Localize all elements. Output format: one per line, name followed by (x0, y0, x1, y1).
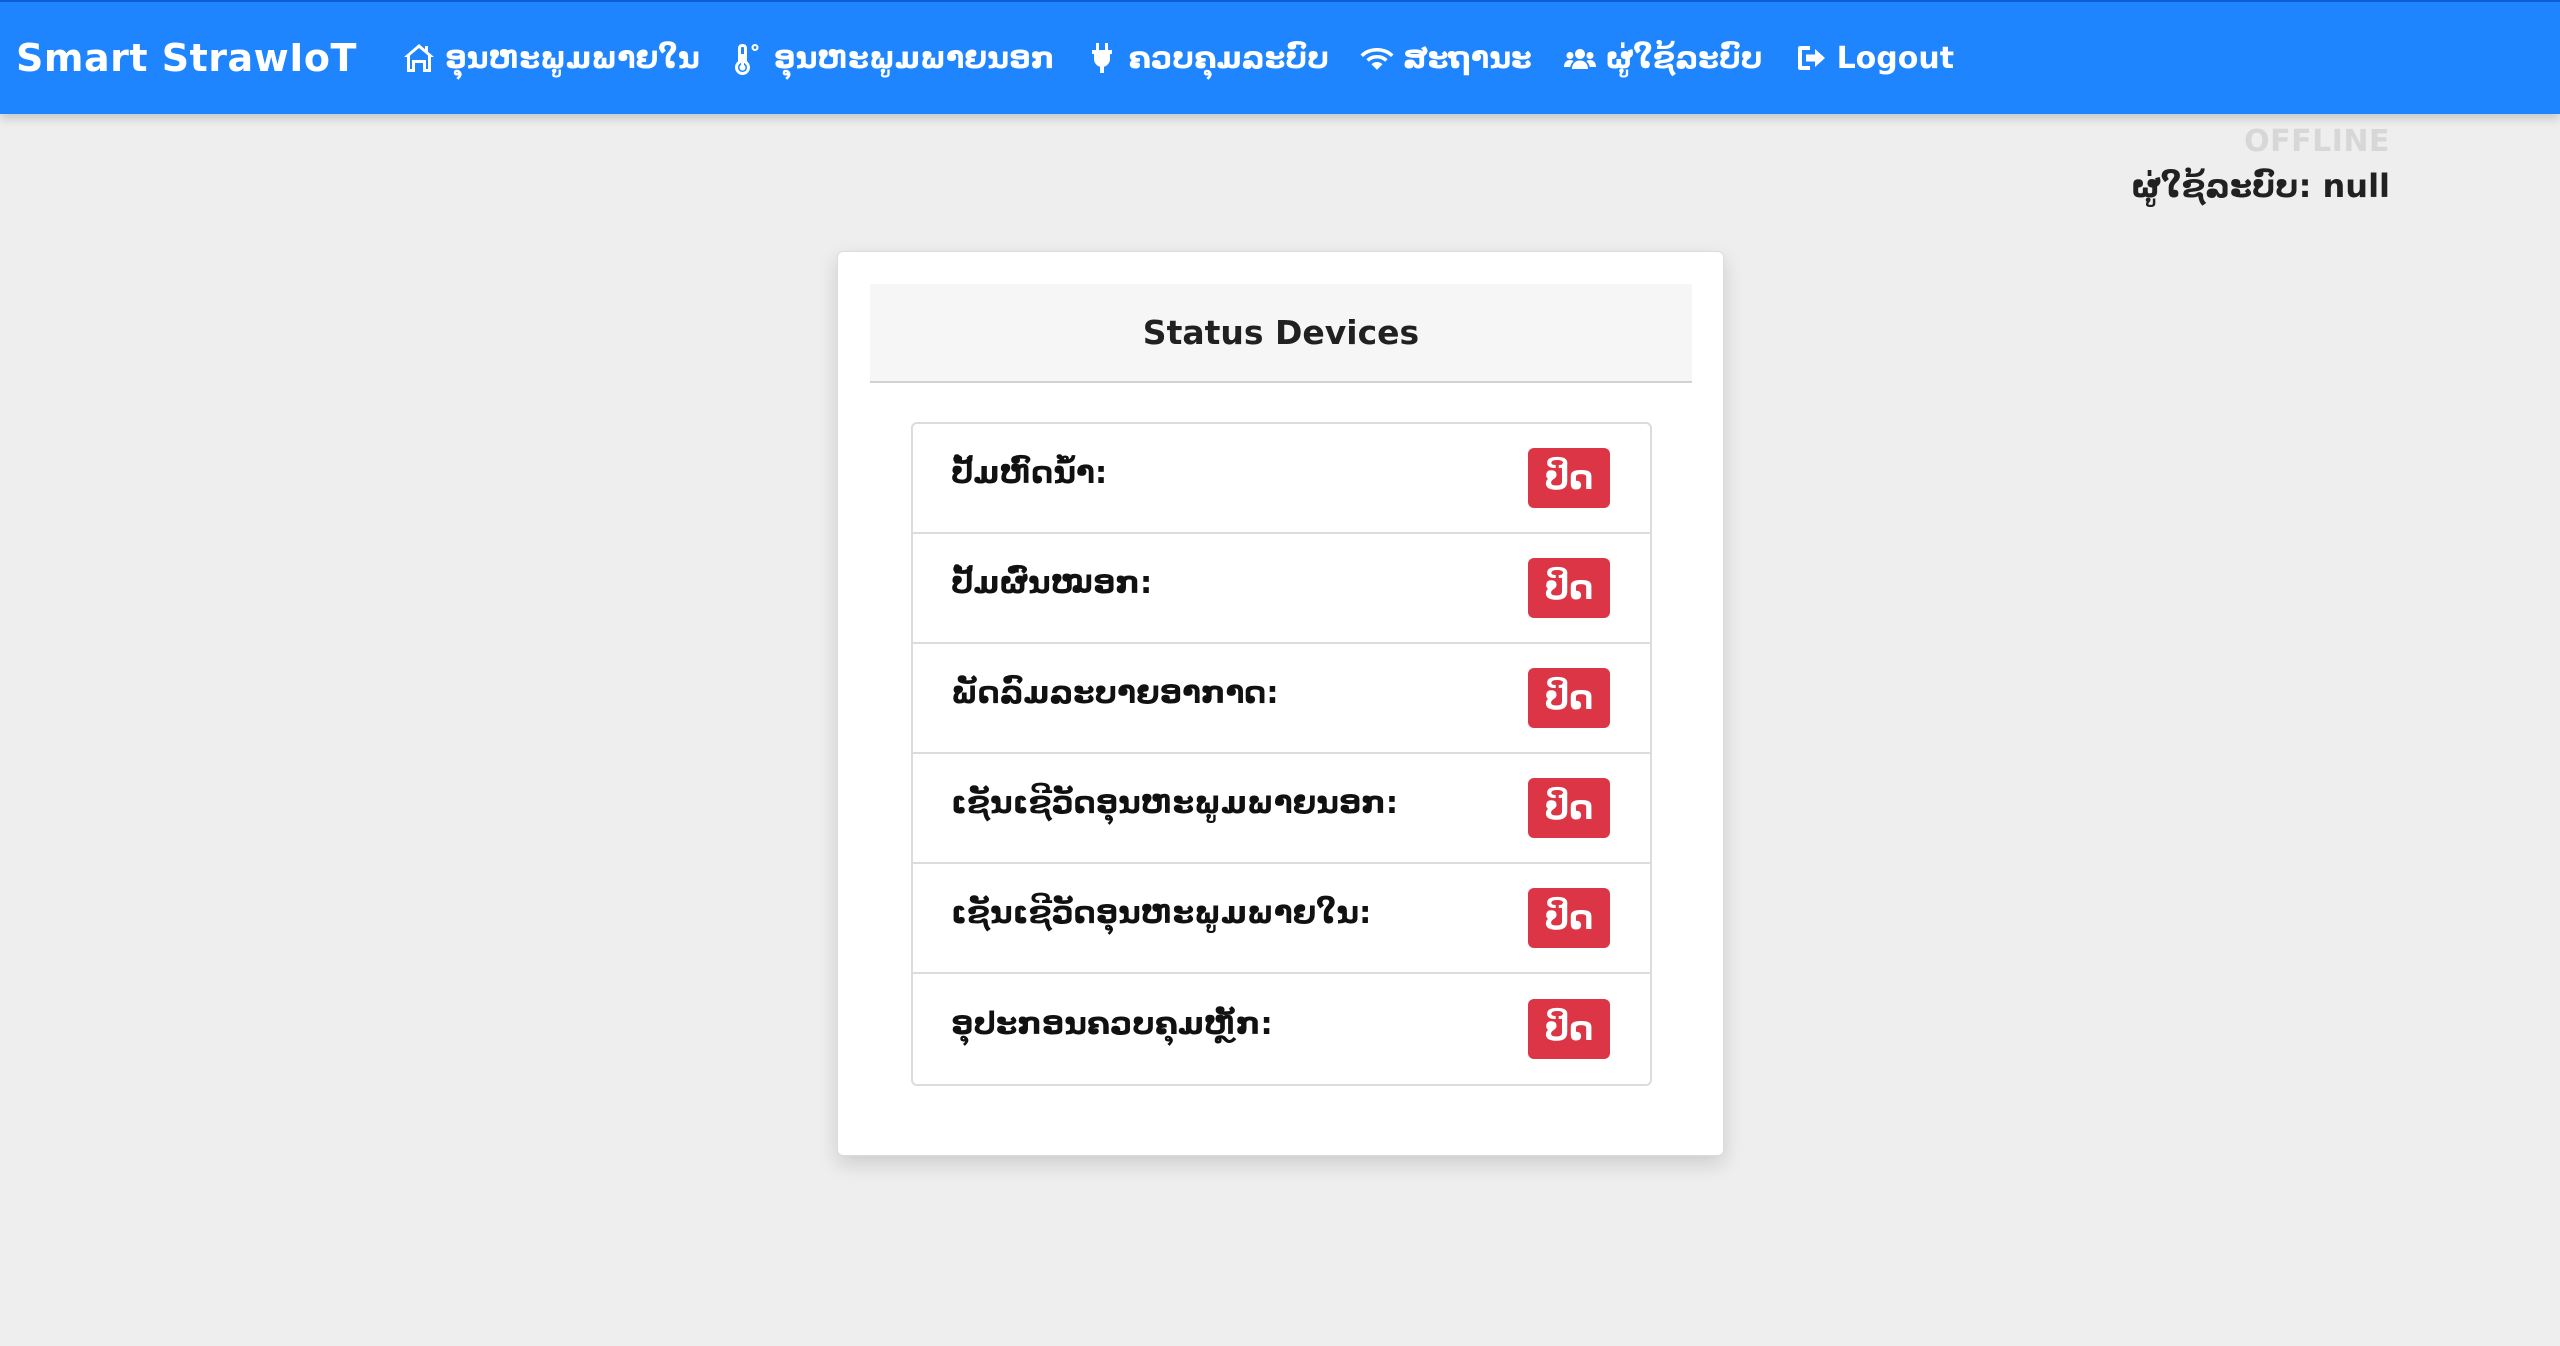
device-status-badge[interactable]: ປິດ (1528, 888, 1610, 948)
device-status-badge[interactable]: ປິດ (1528, 999, 1610, 1059)
current-user-label: ຜູ່ໃຊ້ລະບົບ: null (2131, 167, 2390, 205)
device-label: ອຸປະກອນຄວບຄຸມຫຼັກ: (951, 1006, 1273, 1042)
users-icon (1563, 49, 1596, 69)
brand-link[interactable]: Smart StrawIoT (16, 36, 357, 80)
card-title: Status Devices (870, 284, 1692, 383)
connection-status-area: OFFLINE ຜູ່ໃຊ້ລະບົບ: null (2131, 124, 2390, 205)
device-row-ventilation-fan: ພັດລົມລະບາຍອາກາດ: ປິດ (913, 644, 1650, 754)
device-label: ປັ້ມຫົດນ້ຳ: (951, 455, 1108, 491)
device-label: ປັ້ມຜົ່ນໝອກ: (951, 565, 1153, 601)
home-icon (403, 44, 434, 72)
device-row-water-pump: ປັ້ມຫົດນ້ຳ: ປິດ (913, 424, 1650, 534)
thermometer-icon (734, 44, 759, 75)
nav-menu: ອຸນຫະພູມພາຍໃນ ອຸນຫະພູມພາຍນອກ ຄວບຄຸມລະບົບ… (401, 40, 1984, 76)
nav-item-label: ຄວບຄຸມລະບົບ (1128, 40, 1330, 76)
nav-item-users[interactable]: ຜູ່ໃຊ້ລະບົບ (1562, 40, 1763, 76)
nav-item-label: ສະຖານະ (1403, 40, 1532, 76)
device-row-indoor-sensor: ເຊັນເຊີວັດອຸນຫະພູມພາຍໃນ: ປິດ (913, 864, 1650, 974)
device-row-main-controller: ອຸປະກອນຄວບຄຸມຫຼັກ: ປິດ (913, 974, 1650, 1084)
plug-icon (1092, 43, 1113, 73)
device-label: ເຊັນເຊີວັດອຸນຫະພູມພາຍໃນ: (951, 895, 1372, 931)
device-label: ພັດລົມລະບາຍອາກາດ: (951, 675, 1279, 711)
nav-item-label: ອຸນຫະພູມພາຍນອກ (773, 40, 1055, 76)
device-label: ເຊັນເຊີວັດອຸນຫະພູມພາຍນອກ: (951, 785, 1399, 821)
device-row-outdoor-sensor: ເຊັນເຊີວັດອຸນຫະພູມພາຍນອກ: ປິດ (913, 754, 1650, 864)
logout-icon (1797, 46, 1825, 70)
nav-item-label: Logout (1836, 40, 1955, 76)
device-row-mist-pump: ປັ້ມຜົ່ນໝອກ: ປິດ (913, 534, 1650, 644)
device-status-badge[interactable]: ປິດ (1528, 778, 1610, 838)
nav-item-label: ອຸນຫະພູມພາຍໃນ (444, 40, 700, 76)
nav-item-indoor-temperature[interactable]: ອຸນຫະພູມພາຍໃນ (401, 40, 700, 76)
device-status-badge[interactable]: ປິດ (1528, 448, 1610, 508)
nav-item-system-control[interactable]: ຄວບຄຸມລະບົບ (1084, 40, 1329, 76)
nav-item-logout[interactable]: Logout (1793, 40, 1955, 76)
nav-item-outdoor-temperature[interactable]: ອຸນຫະພູມພາຍນອກ (730, 40, 1055, 76)
wifi-icon (1360, 48, 1394, 70)
nav-item-label: ຜູ່ໃຊ້ລະບົບ (1605, 40, 1763, 76)
device-status-badge[interactable]: ປິດ (1528, 668, 1610, 728)
top-navbar: Smart StrawIoT ອຸນຫະພູມພາຍໃນ ອຸນຫະພູມພາຍ… (0, 0, 2560, 114)
nav-item-status[interactable]: ສະຖານະ (1359, 40, 1532, 76)
connection-status: OFFLINE (2244, 124, 2390, 159)
device-list: ປັ້ມຫົດນ້ຳ: ປິດ ປັ້ມຜົ່ນໝອກ: ປິດ ພັດລົມລ… (911, 422, 1652, 1086)
device-status-badge[interactable]: ປິດ (1528, 558, 1610, 618)
status-devices-card: Status Devices ປັ້ມຫົດນ້ຳ: ປິດ ປັ້ມຜົ່ນໝ… (837, 251, 1724, 1156)
